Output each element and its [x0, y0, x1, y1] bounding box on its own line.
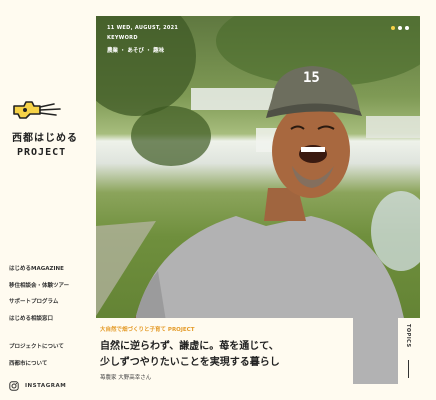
nav-item-magazine[interactable]: はじめるMAGAZINE: [9, 261, 89, 278]
brand-subtitle: PROJECT: [17, 147, 67, 158]
nav-item-about-saito[interactable]: 西都市について: [9, 356, 89, 373]
slide-dot-2[interactable]: [398, 26, 402, 30]
nav-item-tour[interactable]: 移住相談会・体験ツアー: [9, 278, 89, 295]
article-date: 11 WED, AUGUST, 2021: [107, 25, 179, 31]
nav-gap: [9, 327, 89, 339]
article-title-line1: 自然に逆らわず、謙虚に。苺を通じて、: [100, 341, 279, 352]
slide-indicator: [391, 26, 409, 30]
logo[interactable]: [12, 94, 72, 122]
instagram-icon: [9, 381, 19, 391]
nav-item-about-project[interactable]: プロジェクトについて: [9, 339, 89, 356]
nav-item-support[interactable]: サポートプログラム: [9, 294, 89, 311]
brand-title: 西都はじめる: [12, 133, 78, 144]
article-card[interactable]: 大自然で畑づくりと子育て PROJECT 自然に逆らわず、謙虚に。苺を通じて、 …: [96, 318, 353, 384]
cap-number: 15: [303, 70, 320, 86]
keyword-label: KEYWORD: [107, 35, 138, 41]
key-hand-logo-icon: [13, 101, 61, 119]
nav-item-consult[interactable]: はじめる相談窓口: [9, 311, 89, 328]
topics-link[interactable]: TOPICS: [398, 318, 420, 384]
article-author: 苺農家 大野高幸さん: [100, 375, 152, 381]
article-category: 大自然で畑づくりと子育て PROJECT: [100, 327, 195, 333]
slide-dot-3[interactable]: [405, 26, 409, 30]
keyword-tags[interactable]: 農業 ・ あそび ・ 趣味: [107, 46, 164, 54]
instagram-link[interactable]: INSTAGRAM: [9, 381, 66, 391]
topics-divider: [408, 360, 409, 378]
topics-label: TOPICS: [405, 324, 411, 348]
instagram-label: INSTAGRAM: [25, 383, 67, 389]
article-title-line2: 少しずつやりたいことを実現する暮らし: [100, 357, 280, 368]
sidebar-nav: はじめるMAGAZINE 移住相談会・体験ツアー サポートプログラム はじめる相…: [9, 261, 89, 372]
slide-dot-1[interactable]: [391, 26, 395, 30]
